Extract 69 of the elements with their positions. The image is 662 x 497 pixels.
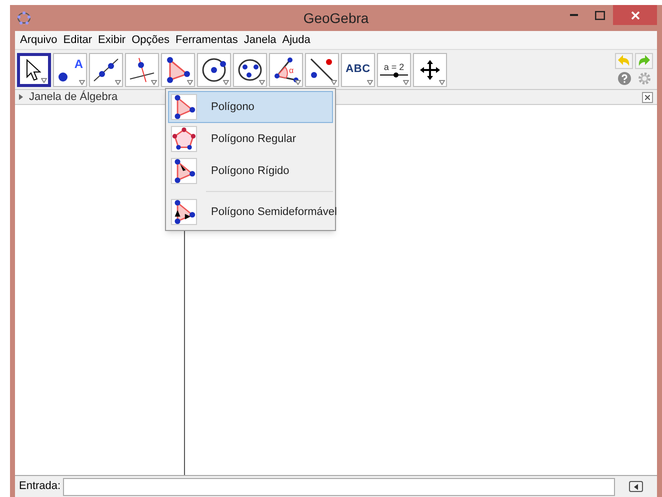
tool-button[interactable] bbox=[125, 52, 159, 86]
dropdown-caret-icon bbox=[41, 78, 47, 82]
app-logo-icon bbox=[17, 11, 31, 25]
point-label: A bbox=[74, 56, 83, 72]
pentagon-icon bbox=[172, 126, 196, 152]
dropdown-caret-icon bbox=[259, 80, 265, 84]
close-icon bbox=[645, 94, 650, 100]
help-button[interactable] bbox=[615, 70, 633, 86]
menu-item[interactable]: Editar bbox=[63, 32, 92, 48]
dropdown-caret-icon bbox=[403, 80, 409, 84]
tool-button[interactable] bbox=[197, 52, 231, 86]
menu-item[interactable]: Exibir bbox=[98, 32, 126, 48]
close-icon bbox=[630, 10, 640, 20]
menu-item[interactable]: Janela bbox=[244, 32, 276, 48]
redo-arrow-icon bbox=[637, 54, 651, 66]
circle-icon bbox=[201, 56, 227, 82]
line-icon bbox=[93, 56, 119, 82]
tool-button[interactable] bbox=[305, 52, 339, 86]
tool-button[interactable]: ABC bbox=[341, 52, 375, 86]
ellipse-icon bbox=[237, 56, 263, 82]
slider-icon bbox=[380, 72, 408, 78]
point-icon bbox=[57, 70, 69, 82]
dropdown-caret-icon bbox=[187, 80, 193, 84]
cursor-arrow-icon bbox=[25, 58, 43, 80]
dropdown-item[interactable]: Polígono Rígido bbox=[168, 155, 333, 187]
help-icon bbox=[618, 72, 630, 85]
reflect-line-icon bbox=[309, 56, 335, 82]
dropdown-caret-icon bbox=[223, 80, 229, 84]
tool-button[interactable] bbox=[89, 52, 123, 86]
menu-item[interactable]: Ajuda bbox=[282, 32, 310, 48]
triangle-icon bbox=[172, 94, 196, 120]
close-panel-button[interactable] bbox=[642, 92, 653, 102]
left-triangle-icon bbox=[634, 484, 638, 490]
input-label: Entrada: bbox=[19, 479, 61, 494]
dropdown-item[interactable]: Polígono bbox=[168, 91, 333, 123]
input-field[interactable] bbox=[62, 478, 615, 496]
settings-icon bbox=[638, 72, 650, 85]
dropdown-caret-icon bbox=[79, 80, 85, 84]
menu-item[interactable]: Ferramentas bbox=[175, 32, 238, 48]
text-tool-label: ABC bbox=[346, 62, 370, 78]
dropdown-caret-icon bbox=[367, 80, 373, 84]
undo-arrow-icon bbox=[617, 54, 631, 66]
window-title: GeoGebra bbox=[303, 8, 369, 28]
tool-button[interactable] bbox=[17, 52, 51, 86]
dropdown-caret-icon bbox=[295, 80, 301, 84]
dropdown-item[interactable]: Polígono Regular bbox=[168, 123, 333, 155]
dropdown-caret-icon bbox=[331, 80, 337, 84]
tool-button[interactable] bbox=[413, 52, 447, 86]
dropdown-caret-icon bbox=[151, 80, 157, 84]
move-arrows-icon bbox=[419, 58, 441, 80]
dropdown-caret-icon bbox=[115, 80, 121, 84]
slider-label: a = 2 bbox=[384, 62, 404, 72]
menu-item[interactable]: Arquivo bbox=[20, 32, 58, 48]
minimize-icon bbox=[570, 14, 578, 16]
rigid-triangle-icon bbox=[172, 158, 196, 184]
keyboard-toggle-button[interactable] bbox=[629, 481, 643, 492]
tool-button[interactable]: a = 2 bbox=[377, 52, 411, 86]
perpendicular-line-icon bbox=[129, 56, 155, 82]
collapse-triangle-icon bbox=[19, 94, 23, 100]
menu-item[interactable]: Opções bbox=[132, 32, 170, 48]
tool-button[interactable] bbox=[161, 52, 195, 86]
panel-title: Janela de Álgebra bbox=[29, 90, 118, 105]
tool-button[interactable] bbox=[233, 52, 267, 86]
dropdown-caret-icon bbox=[439, 80, 445, 84]
deformable-triangle-icon bbox=[172, 199, 196, 225]
triangle-icon bbox=[165, 56, 191, 82]
maximize-icon bbox=[595, 10, 605, 20]
close-button[interactable] bbox=[613, 5, 657, 25]
tool-button[interactable]: A bbox=[53, 52, 87, 86]
